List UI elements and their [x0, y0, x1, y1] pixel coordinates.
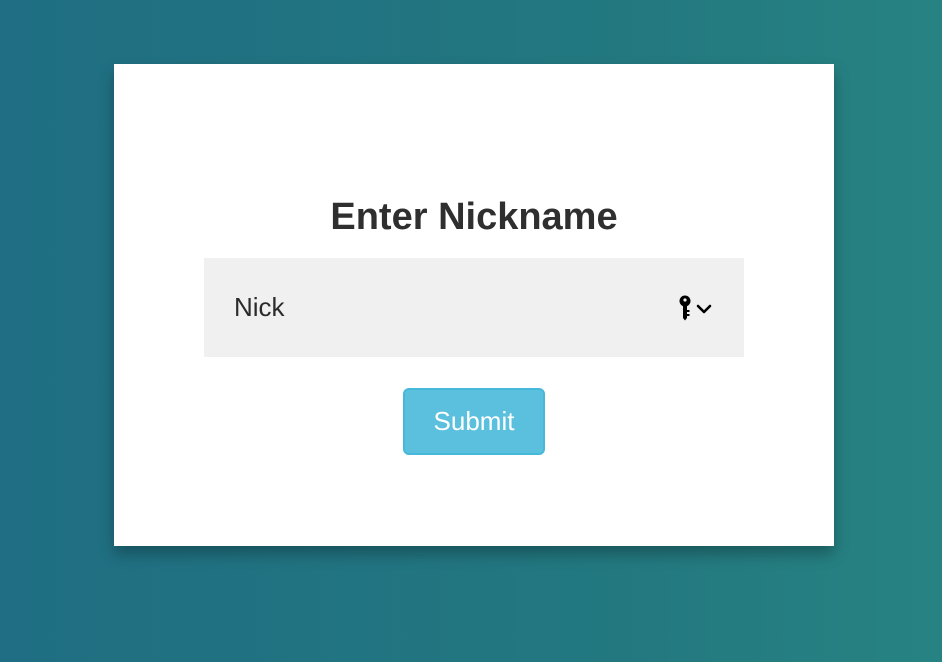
password-autofill-button[interactable] [678, 295, 714, 321]
chevron-down-icon [696, 304, 712, 314]
nickname-input[interactable] [204, 258, 744, 357]
submit-button[interactable]: Submit [403, 388, 545, 455]
page-title: Enter Nickname [330, 196, 618, 238]
key-icon [679, 295, 691, 321]
nickname-field[interactable] [204, 258, 744, 357]
nickname-card: Enter Nickname Submit [114, 64, 834, 546]
